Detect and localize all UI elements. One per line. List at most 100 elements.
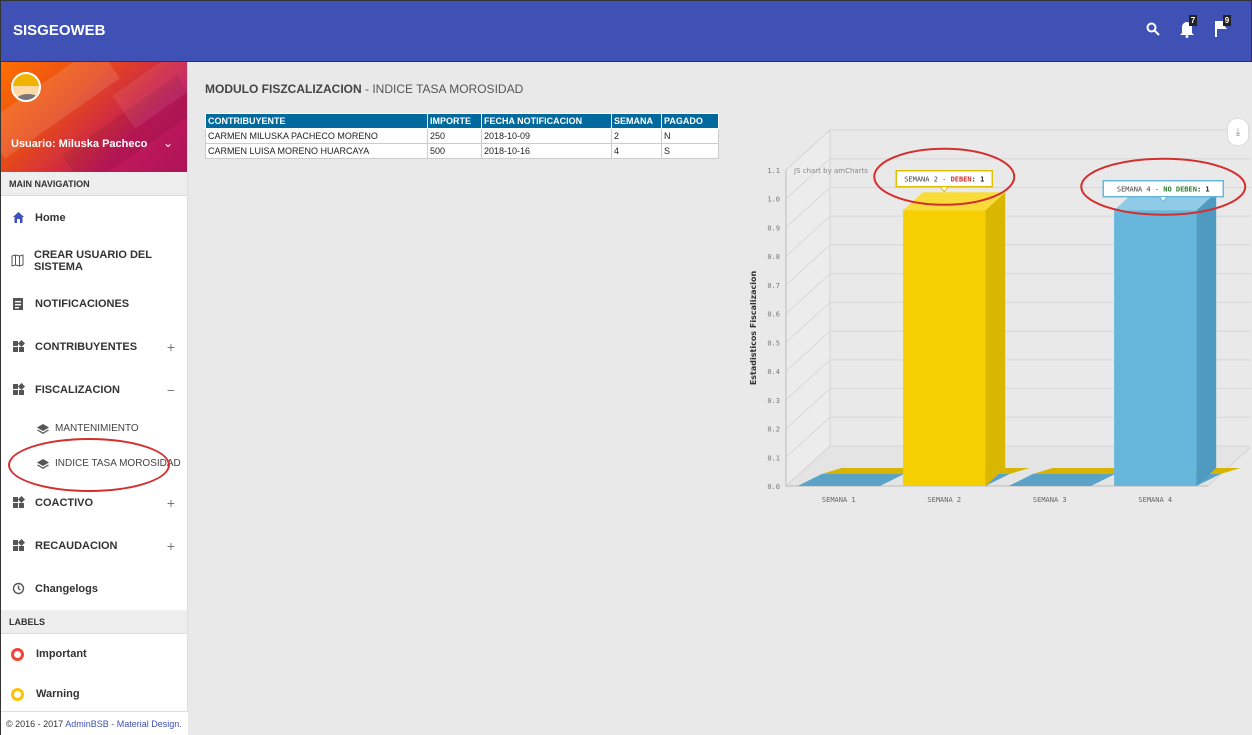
expand-icon[interactable]: + [167,495,175,511]
y-tick-label: 1.0 [767,196,780,204]
cell-pagado: N [661,128,719,144]
main-navigation-header: MAIN NAVIGATION [1,172,187,196]
download-icon[interactable]: ⤓ [1227,118,1249,146]
y-tick-label: 0.6 [767,311,780,319]
chart-credit: JS chart by amCharts [793,167,868,175]
x-tick-label: SEMANA 2 [927,496,961,504]
bar-semana-no-deben [1114,210,1197,486]
y-tick-label: 0.1 [767,454,780,462]
sidebar-item-label: NOTIFICACIONES [35,297,130,310]
sidebar-item-label: FISCALIZACION [35,383,120,396]
footer-copyright: © 2016 - 2017 [6,719,66,729]
sidebar-item-label: Changelogs [35,582,98,595]
layers-icon [37,423,49,435]
avatar [11,72,41,102]
sidebar-item-label: CREAR USUARIO DEL SISTEMA [34,248,152,273]
y-tick-label: 0.4 [767,368,780,376]
sidebar-subitem-mantenimiento[interactable]: MANTENIMIENTO [1,411,187,446]
chevron-down-icon[interactable]: ⌄ [163,136,173,150]
bar-semana-deben-side [985,192,1006,486]
widgets-icon [11,340,25,354]
widgets-icon [11,383,25,397]
y-tick-label: 0.8 [767,253,780,261]
x-tick-label: SEMANA 1 [822,496,856,504]
sidebar-item-home[interactable]: Home [1,196,187,239]
bar-semana-no-deben-side [1196,192,1217,486]
expand-icon[interactable]: + [167,339,175,355]
sidebar-item-contribuyentes[interactable]: CONTRIBUYENTES + [1,325,187,368]
sidebar-item-label: CONTRIBUYENTES [35,340,138,353]
footer-link[interactable]: AdminBSB - Material Design. [65,719,182,729]
y-tick-label: 0.9 [767,224,780,232]
bell-icon[interactable]: 7 [1177,15,1197,41]
gridline [785,129,1252,171]
balloon-pointer [939,186,950,193]
layers-icon [37,458,49,470]
contribuyentes-table: CONTRIBUYENTE IMPORTE FECHA NOTIFICACION… [205,113,719,159]
sidebar-item-label: RECAUDACION [35,539,118,552]
sidebar-subitem-label: MANTENIMIENTO [55,423,139,434]
sidebar-item-coactivo[interactable]: COACTIVO + [1,481,187,524]
map-icon [11,254,24,268]
label-text: Warning [36,688,80,700]
brand-title[interactable]: SISGEOWEB [13,22,106,39]
label-warning[interactable]: Warning [1,674,187,714]
collapse-icon[interactable]: − [167,382,175,398]
update-icon [11,582,25,596]
y-tick-label: 0.0 [767,483,780,491]
cell-contribuyente: CARMEN LUISA MORENO HUARCAYA [205,143,428,159]
sidebar-subitem-indice-tasa-morosidad[interactable]: INDICE TASA MOROSIDAD [1,446,187,481]
sidebar-item-changelogs[interactable]: Changelogs [1,567,187,610]
cell-pagado: S [661,143,719,159]
flag-icon[interactable]: 9 [1211,15,1231,41]
page-title: MODULO FISZCALIZACION - INDICE TASA MORO… [205,82,523,96]
sidebar-footer: © 2016 - 2017 AdminBSB - Material Design… [1,711,188,735]
cell-importe: 500 [427,143,482,159]
user-info-panel: Usuario: Miluska Pacheco ⌄ [1,62,187,172]
x-tick-label: SEMANA 4 [1138,496,1172,504]
sidebar-item-recaudacion[interactable]: RECAUDACION + [1,524,187,567]
table-header-row: CONTRIBUYENTE IMPORTE FECHA NOTIFICACION… [205,113,719,129]
sidebar-item-label: COACTIVO [35,496,94,509]
balloon-label: SEMANA 2 - DEBEN: 1 [904,176,984,184]
sidebar-item-fiscalizacion[interactable]: FISCALIZACION − [1,368,187,411]
top-icons: 7 9 [1143,15,1231,41]
page-title-section: - INDICE TASA MOROSIDAD [361,82,524,96]
notification-count-badge: 7 [1189,15,1197,26]
cell-importe: 250 [427,128,482,144]
sidebar-item-notificaciones[interactable]: NOTIFICACIONES [1,282,187,325]
search-icon[interactable] [1143,17,1163,41]
sidebar-item-crear-usuario[interactable]: CREAR USUARIO DEL SISTEMA [1,239,187,282]
circle-icon [11,687,24,701]
circle-icon [11,647,24,661]
y-tick-label: 0.2 [767,426,780,434]
user-name: Usuario: Miluska Pacheco [11,138,148,150]
table-row[interactable]: CARMEN LUISA MORENO HUARCAYA 500 2018-10… [205,143,719,159]
x-tick-label: SEMANA 3 [1033,496,1067,504]
widgets-icon [11,539,25,553]
col-importe: IMPORTE [427,113,482,129]
sidebar-item-label: Home [35,211,66,224]
sidebar: Usuario: Miluska Pacheco ⌄ MAIN NAVIGATI… [0,62,188,735]
col-contribuyente: CONTRIBUYENTE [205,113,428,129]
label-text: Important [36,648,87,660]
y-axis-label: Estadisticos Fiscalizacion [749,271,758,386]
label-important[interactable]: Important [1,634,187,674]
cell-semana: 2 [611,128,662,144]
cell-fecha: 2018-10-16 [481,143,612,159]
page-title-module: MODULO FISZCALIZACION [205,82,362,96]
assignment-icon [11,297,25,311]
widgets-icon [11,496,25,510]
expand-icon[interactable]: + [167,538,175,554]
sidebar-subitem-label: INDICE TASA MOROSIDAD [55,458,181,469]
morosidad-chart: 0.0 0.1 0.2 0.3 0.4 0.5 0.6 0.7 0.8 0.9 1.0 1.1 JS c… [738,108,1252,518]
y-tick-label: 0.5 [767,339,780,347]
cell-semana: 4 [611,143,662,159]
home-icon [11,211,25,225]
balloon-label: SEMANA 4 - NO DEBEN: 1 [1117,186,1210,194]
top-navbar: SISGEOWEB 7 9 [0,0,1252,62]
y-tick-label: 0.3 [767,397,780,405]
y-tick-label: 1.1 [767,167,780,175]
cell-contribuyente: CARMEN MILUSKA PACHECO MORENO [205,128,428,144]
table-row[interactable]: CARMEN MILUSKA PACHECO MORENO 250 2018-1… [205,128,719,144]
